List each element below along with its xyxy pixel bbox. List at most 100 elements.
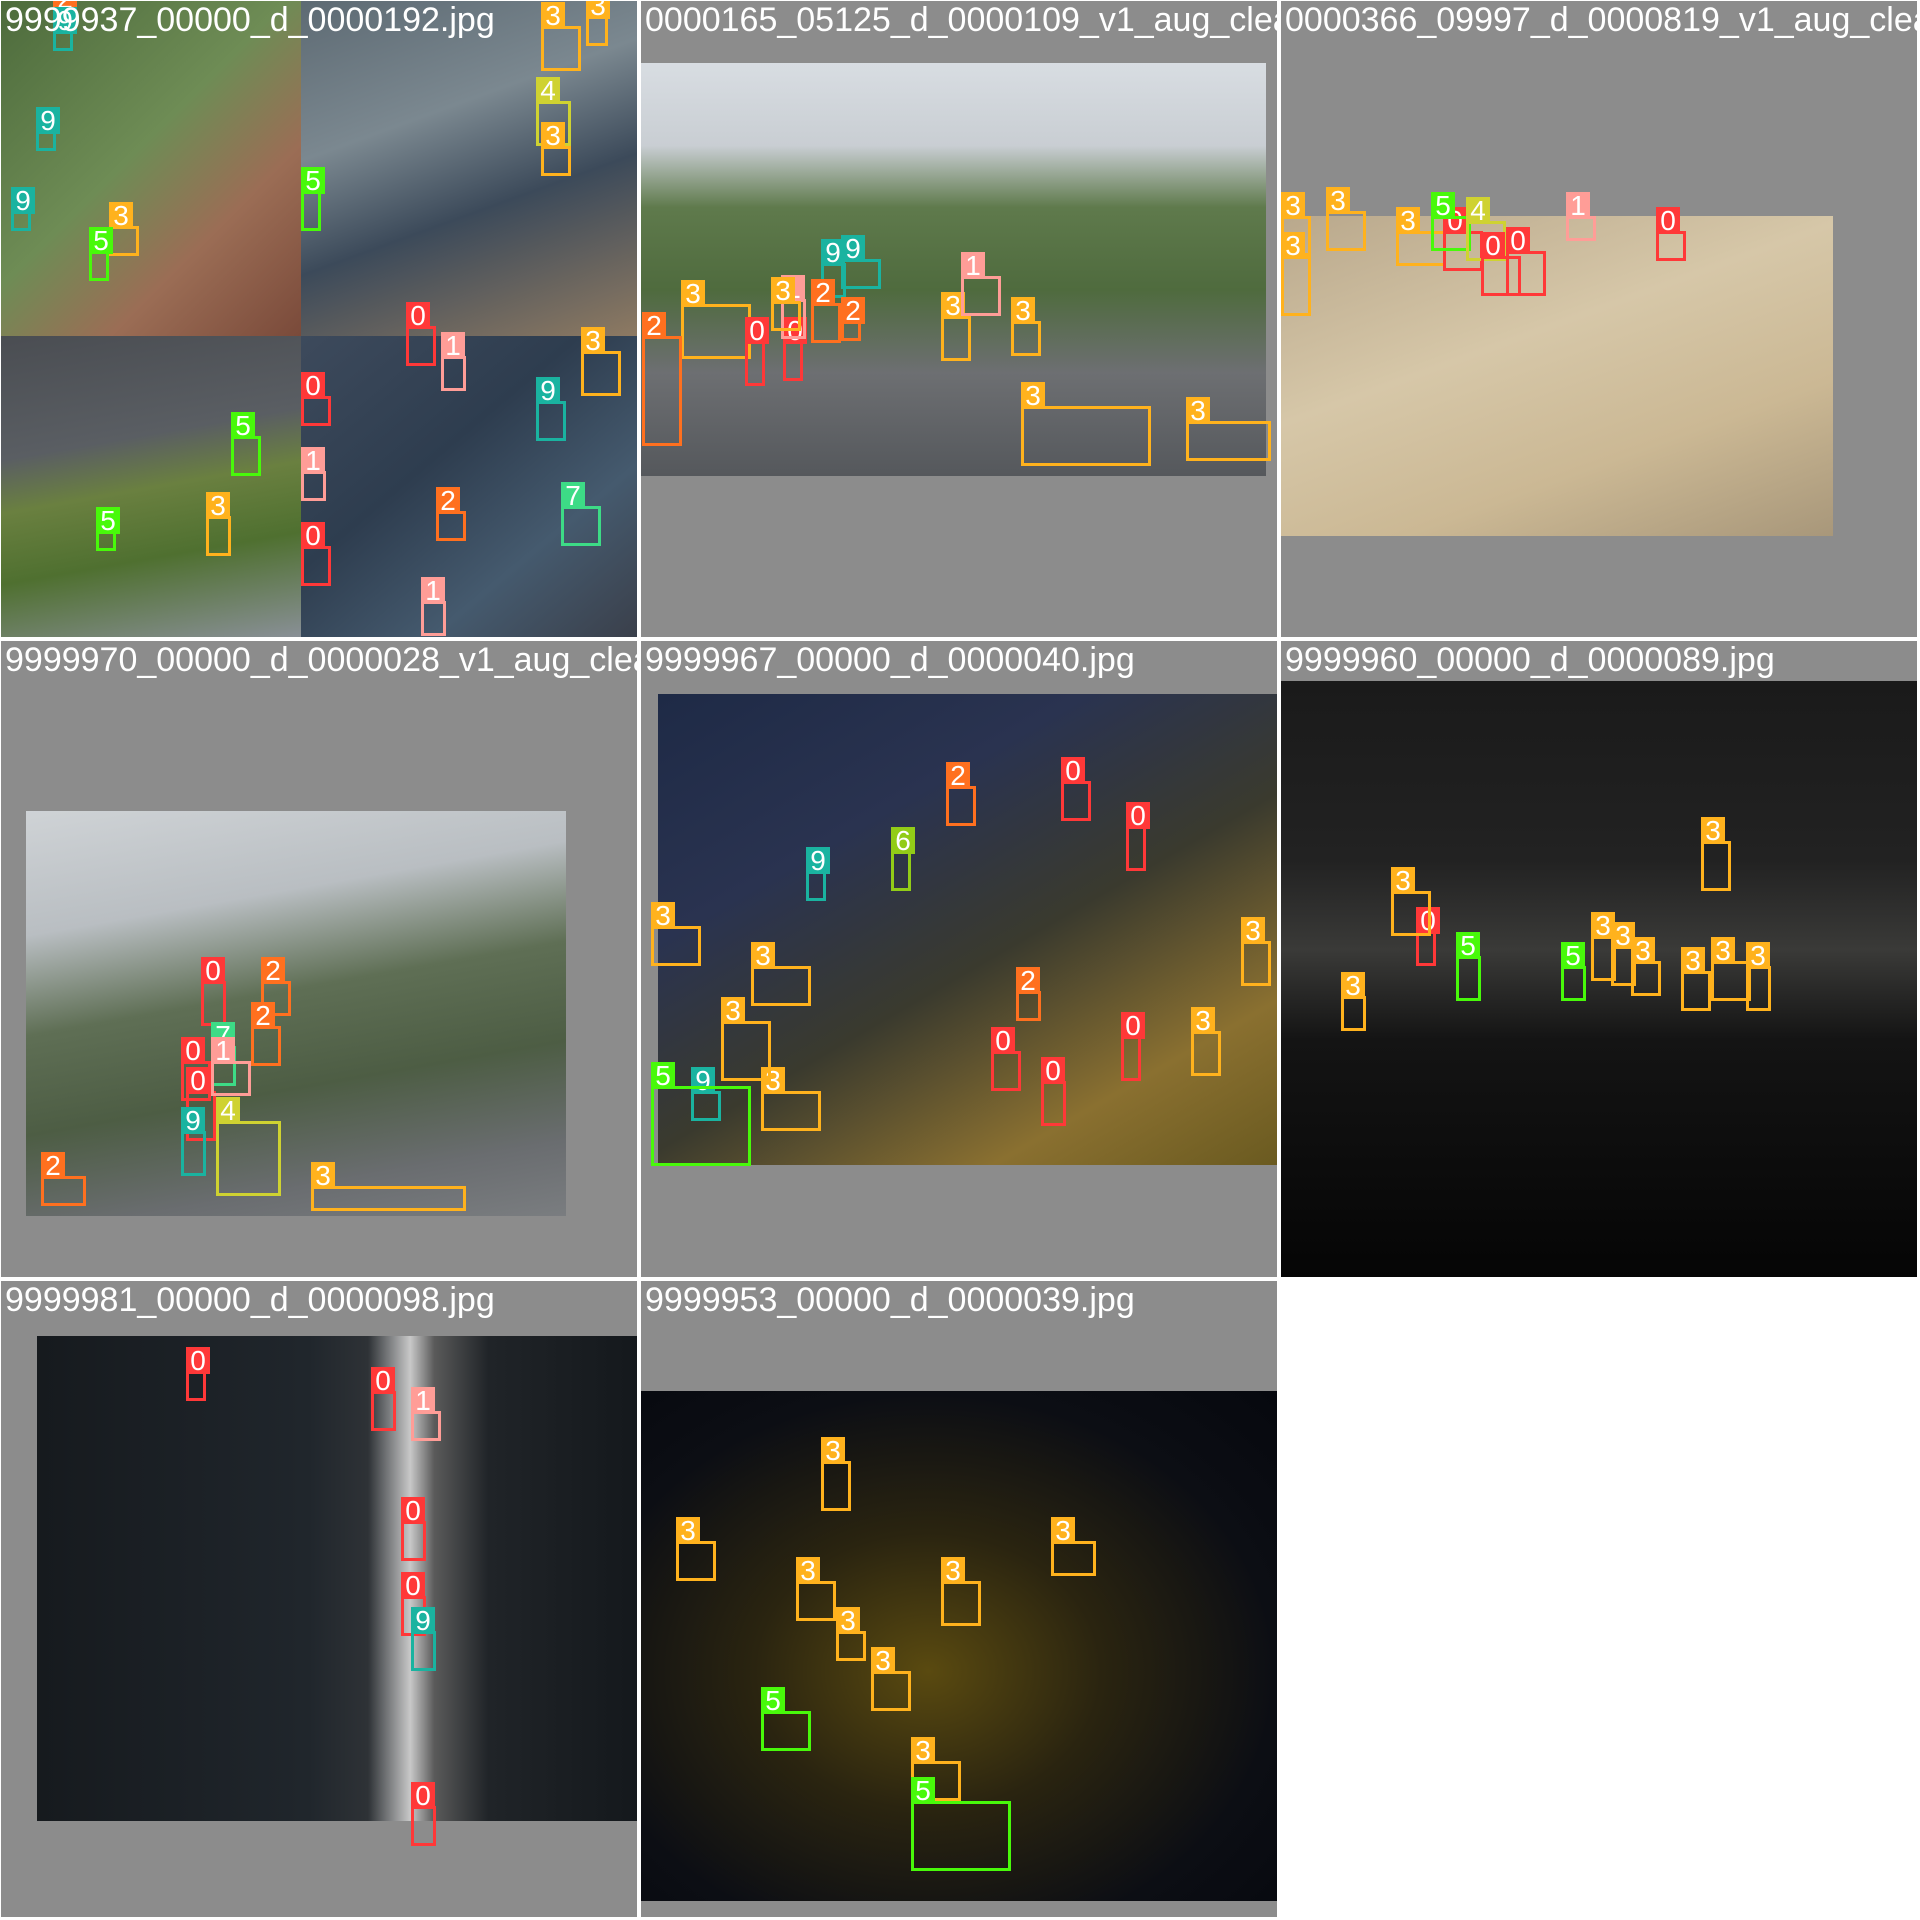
- detection-box: 9: [806, 847, 830, 901]
- tile-filename: 0000165_05125_d_0000109_v1_aug_clean.jpg: [645, 1, 1277, 39]
- detection-box: 1: [301, 447, 326, 501]
- detection-class-label: 3: [676, 1517, 700, 1545]
- detection-class-label: 5: [651, 1062, 675, 1090]
- detection-class-label: 3: [1011, 297, 1035, 325]
- detection-box: 3: [941, 292, 971, 361]
- detection-box: 1: [1566, 192, 1596, 241]
- detection-class-label: 5: [911, 1777, 935, 1805]
- mosaic-tile: 9999960_00000_d_0000089.jpg 033533335333: [1280, 640, 1918, 1278]
- detection-class-label: 0: [186, 1347, 210, 1375]
- detection-class-label: 0: [411, 1782, 435, 1810]
- detection-box: 5: [96, 507, 120, 551]
- detection-class-label: 3: [1326, 187, 1350, 215]
- detection-class-label: 1: [301, 447, 325, 475]
- detection-box: 9: [411, 1607, 436, 1671]
- detection-class-label: 0: [371, 1367, 395, 1395]
- detection-box: 6: [891, 827, 915, 891]
- detection-box: 0: [783, 317, 807, 381]
- detection-class-label: 0: [181, 1037, 205, 1065]
- detection-class-label: 3: [1341, 972, 1365, 1000]
- detection-box: 3: [206, 492, 231, 556]
- detection-box: 5: [651, 1062, 751, 1166]
- detection-class-label: 2: [946, 762, 970, 790]
- detection-box: 3: [1711, 937, 1751, 1001]
- detection-box: 0: [301, 372, 331, 426]
- detection-box: 9: [36, 107, 60, 151]
- detection-box: 0: [186, 1347, 210, 1401]
- detection-class-label: 2: [41, 1152, 65, 1180]
- detection-box: 3: [1021, 382, 1151, 466]
- detection-box: 5: [1431, 192, 1471, 251]
- detection-box: 9: [841, 235, 881, 289]
- detection-class-label: 4: [1466, 197, 1490, 225]
- detection-box: 1: [411, 1387, 441, 1441]
- detection-class-label: 3: [311, 1162, 335, 1190]
- detection-class-label: 3: [651, 902, 675, 930]
- detection-class-label: 3: [721, 997, 745, 1025]
- detection-box: 0: [406, 302, 436, 366]
- detection-box: 9: [181, 1107, 206, 1176]
- detection-box: 3: [1191, 1007, 1221, 1076]
- detection-class-label: 1: [421, 577, 445, 605]
- detection-box: 3: [676, 1517, 716, 1581]
- detection-box: 0: [1481, 232, 1521, 296]
- detection-box: 0: [1121, 1012, 1145, 1081]
- detection-class-label: 0: [401, 1572, 425, 1600]
- detection-class-label: 0: [1656, 207, 1680, 235]
- detection-class-label: 3: [771, 277, 795, 305]
- detection-class-label: 5: [1456, 932, 1480, 960]
- detection-box: 3: [751, 942, 811, 1006]
- detection-class-label: 3: [1711, 937, 1735, 965]
- detection-class-label: 3: [1701, 817, 1725, 845]
- tile-photo: [37, 1336, 637, 1821]
- detection-box: 3: [1326, 187, 1366, 251]
- detection-box: 3: [821, 1437, 851, 1511]
- detection-box: 2: [841, 297, 865, 341]
- detection-class-label: 5: [96, 507, 120, 535]
- detection-class-label: 9: [841, 235, 865, 263]
- detection-box: 3: [581, 327, 621, 396]
- detection-box: 3: [311, 1162, 466, 1211]
- detection-class-label: 5: [301, 167, 325, 195]
- detection-box: 3: [761, 1067, 821, 1131]
- detection-box: 5: [1561, 942, 1586, 1001]
- detection-box: 1: [961, 252, 1001, 316]
- detection-class-label: 4: [536, 77, 560, 105]
- detection-class-label: 1: [1566, 192, 1590, 220]
- detection-class-label: 3: [681, 280, 705, 308]
- detection-class-label: 9: [11, 187, 35, 215]
- detection-box: 5: [1456, 932, 1481, 1001]
- mosaic-photo: [1, 336, 301, 637]
- detection-box: 3: [836, 1607, 866, 1661]
- detection-box: 0: [401, 1497, 426, 1561]
- detection-box: 2: [41, 1152, 86, 1206]
- tile-filename: 9999960_00000_d_0000089.jpg: [1285, 641, 1775, 679]
- detection-class-label: 0: [991, 1027, 1015, 1055]
- detection-class-label: 3: [871, 1647, 895, 1675]
- detection-class-label: 2: [642, 312, 666, 340]
- detection-box: 3: [1241, 917, 1271, 986]
- detection-class-label: 3: [821, 1437, 845, 1465]
- detection-box: 0: [1126, 802, 1150, 871]
- detection-class-label: 3: [586, 1, 610, 20]
- mosaic-tile: 9999981_00000_d_0000098.jpg 0010090: [0, 1280, 638, 1918]
- detection-box: 3: [941, 1557, 981, 1626]
- detection-class-label: 0: [1061, 757, 1085, 785]
- detection-class-label: 9: [411, 1607, 435, 1635]
- detection-class-label: 3: [1631, 937, 1655, 965]
- detection-box: 1: [421, 577, 446, 636]
- detection-box: 0: [1416, 907, 1440, 966]
- mosaic-tile: 9999953_00000_d_0000039.jpg 3333333535: [640, 1280, 1278, 1918]
- detection-class-label: 9: [536, 377, 560, 405]
- mosaic-photo: [1, 1, 301, 336]
- detection-box: 3: [109, 202, 139, 256]
- detection-class-label: 5: [231, 412, 255, 440]
- detection-class-label: 1: [961, 252, 985, 280]
- detection-box: 3: [1186, 397, 1271, 461]
- detection-class-label: 2: [436, 487, 460, 515]
- detection-box: 3: [771, 277, 801, 331]
- detection-box: 5: [911, 1777, 1011, 1871]
- detection-class-label: 9: [806, 847, 830, 875]
- detection-class-label: 3: [541, 2, 565, 30]
- mosaic-tile: 0000366_09997_d_0000819_v1_aug_clean.jpg…: [1280, 0, 1918, 638]
